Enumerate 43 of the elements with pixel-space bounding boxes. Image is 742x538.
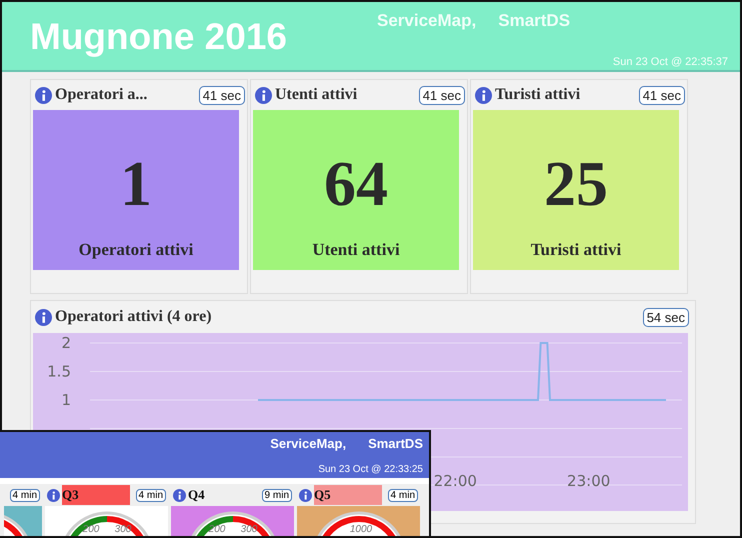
header-link[interactable]: ServiceMap, (270, 436, 346, 451)
header-link[interactable]: SmartDS (368, 436, 423, 451)
widget-title: Operatori a... (55, 86, 148, 104)
metric-value: 64 (324, 152, 388, 216)
info-icon[interactable] (173, 488, 186, 502)
refresh-badge: 9 min (262, 488, 292, 502)
refresh-badge: 41 sec (638, 86, 685, 104)
metric-value: 25 (544, 152, 608, 216)
metric-caption: Operatori attivi (78, 240, 194, 260)
header-timestamp: Sun 23 Oct @ 22:33:25 (318, 464, 423, 475)
refresh-badge: 41 sec (418, 86, 465, 104)
y-tick-label: 2 (61, 334, 71, 352)
x-tick-label: 23:00 (567, 472, 610, 490)
refresh-badge: 41 sec (198, 86, 245, 104)
info-icon[interactable] (35, 308, 52, 326)
gauge-label: 300 (114, 524, 131, 535)
refresh-badge: 4 min (136, 488, 166, 502)
refresh-badge: 4 min (10, 488, 40, 502)
gauge-label: 200 (82, 524, 99, 535)
metric-caption: Turisti attivi (530, 240, 622, 260)
info-icon[interactable] (255, 86, 272, 104)
header-timestamp: Sun 23 Oct @ 22:35:37 (612, 56, 728, 68)
widget-title: Turisti attivi (495, 86, 582, 104)
gauge-label: 1000 (349, 524, 372, 535)
y-tick-label: 1.5 (47, 362, 71, 380)
refresh-badge: 4 min (388, 488, 418, 502)
gauge-label: 300 (240, 524, 257, 535)
info-icon[interactable] (47, 488, 60, 502)
info-icon[interactable] (299, 488, 312, 502)
metric-value: 1 (120, 152, 152, 216)
refresh-badge: 54 sec (642, 308, 689, 326)
widget-title: Q3 (62, 485, 130, 505)
y-tick-label: 1 (61, 391, 71, 409)
widget-title: Q4 (188, 486, 206, 504)
widget-title: Operatori attivi (4 ore) (55, 308, 213, 326)
widget-title: Utenti attivi (275, 86, 358, 104)
widget-title: Q5 (314, 485, 382, 505)
info-icon[interactable] (35, 86, 52, 104)
info-icon[interactable] (475, 86, 492, 104)
dashboard-title: Mugnone 2016 (30, 16, 287, 58)
gauge-label: 200 (208, 524, 225, 535)
metric-caption: Utenti attivi (312, 240, 400, 260)
x-tick-label: 22:00 (434, 472, 477, 490)
